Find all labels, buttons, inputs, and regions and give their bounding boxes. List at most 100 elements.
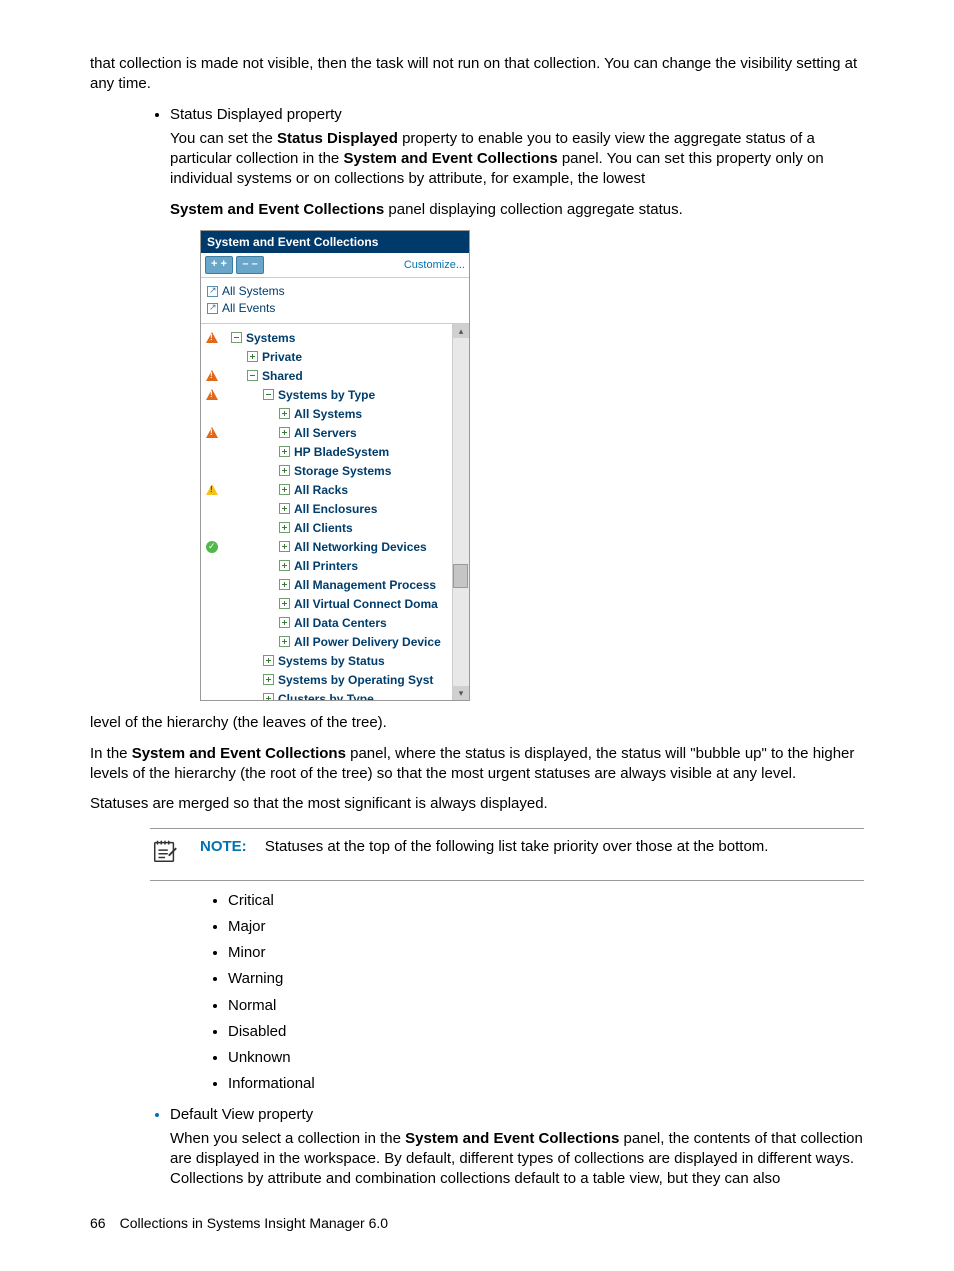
popout-icon [207, 303, 218, 314]
tree-label: Storage Systems [294, 463, 391, 479]
expand-icon[interactable] [263, 674, 274, 685]
panel-toolbar: + + – – Customize... [201, 253, 469, 278]
tree-row[interactable]: All Printers [201, 556, 469, 575]
after-p3: level of the hierarchy (the leaves of th… [90, 713, 864, 733]
expand-icon[interactable] [279, 579, 290, 590]
scroll-down-button[interactable]: ▾ [453, 686, 469, 700]
status-item: Informational [228, 1074, 864, 1094]
expand-icon[interactable] [279, 541, 290, 552]
tree: Systems Private SharedSystems by Type All S… [201, 324, 469, 700]
tree-row[interactable]: All Systems [201, 404, 469, 423]
tree-row[interactable]: Systems by Status [201, 651, 469, 670]
status-item: Normal [228, 996, 864, 1016]
bullet-status-displayed: Status Displayed property You can set th… [170, 105, 864, 220]
scrollbar[interactable]: ▴ ▾ [452, 324, 469, 700]
expand-all-button[interactable]: + + [205, 256, 233, 274]
expand-icon[interactable] [279, 560, 290, 571]
expand-icon[interactable] [279, 427, 290, 438]
expand-icon[interactable] [279, 503, 290, 514]
expand-icon[interactable] [279, 408, 290, 419]
expand-icon[interactable] [279, 522, 290, 533]
tree-row[interactable]: Clusters by Type [201, 689, 469, 700]
expand-icon[interactable] [279, 446, 290, 457]
after-p4: In the System and Event Collections pane… [90, 744, 864, 785]
note-label: NOTE: [200, 838, 247, 855]
collapse-all-button[interactable]: – – [236, 256, 264, 274]
tree-label: All Printers [294, 558, 358, 574]
tree-row[interactable]: All Management Process [201, 575, 469, 594]
tree-row[interactable]: All Virtual Connect Doma [201, 594, 469, 613]
popout-icon [207, 286, 218, 297]
tree-label: All Enclosures [294, 501, 377, 517]
tree-label: Shared [262, 368, 303, 384]
status-item: Warning [228, 969, 864, 989]
scroll-up-button[interactable]: ▴ [453, 324, 469, 338]
tree-row[interactable]: All Servers [201, 423, 469, 442]
sd-para-2: System and Event Collections panel displ… [170, 200, 864, 220]
expand-icon[interactable] [279, 484, 290, 495]
note-box: NOTE: Statuses at the top of the followi… [150, 828, 864, 880]
bullet-title: Status Displayed property [170, 106, 342, 123]
tree-label: Systems by Status [278, 653, 385, 669]
status-item: Disabled [228, 1022, 864, 1042]
tree-row[interactable]: All Clients [201, 518, 469, 537]
tree-label: Systems by Operating Syst [278, 672, 433, 688]
expand-icon[interactable] [247, 351, 258, 362]
tree-row[interactable]: All Data Centers [201, 613, 469, 632]
page-number: 66 [90, 1214, 106, 1233]
status-item: Minor [228, 943, 864, 963]
expand-icon[interactable] [279, 636, 290, 647]
bullet-default-view: Default View property When you select a … [170, 1105, 864, 1190]
expand-icon[interactable] [279, 617, 290, 628]
intro-paragraph: that collection is made not visible, the… [90, 54, 864, 95]
tree-label: All Management Process [294, 577, 436, 593]
tree-row[interactable]: Private [201, 347, 469, 366]
tree-row[interactable]: Systems [201, 328, 469, 347]
tree-row[interactable]: Systems by Operating Syst [201, 670, 469, 689]
dv-para-1: When you select a collection in the Syst… [170, 1129, 864, 1190]
tree-row[interactable]: All Power Delivery Device [201, 632, 469, 651]
note-text: NOTE: Statuses at the top of the followi… [200, 837, 768, 857]
chapter-title: Collections in Systems Insight Manager 6… [120, 1214, 388, 1233]
tree-label: Systems [246, 330, 295, 346]
all-systems-link[interactable]: All Systems [207, 283, 463, 299]
tree-row[interactable]: Shared [201, 366, 469, 385]
tree-label: All Servers [294, 425, 357, 441]
collapse-icon[interactable] [231, 332, 242, 343]
panel-top-links: All Systems All Events [201, 278, 469, 324]
status-icon [201, 370, 223, 381]
expand-icon[interactable] [263, 655, 274, 666]
tree-row[interactable]: All Racks [201, 480, 469, 499]
tree-label: All Networking Devices [294, 539, 427, 555]
tree-label: All Power Delivery Device [294, 634, 441, 650]
tree-row[interactable]: HP BladeSystem [201, 442, 469, 461]
tree-row[interactable]: Storage Systems [201, 461, 469, 480]
customize-link[interactable]: Customize... [404, 258, 465, 273]
tree-row[interactable]: All Networking Devices [201, 537, 469, 556]
status-icon [201, 484, 223, 495]
after-p5: Statuses are merged so that the most sig… [90, 794, 864, 814]
sd-para-1: You can set the Status Displayed propert… [170, 129, 864, 190]
scroll-thumb[interactable] [453, 564, 468, 588]
bullet-title: Default View property [170, 1106, 313, 1123]
status-item: Unknown [228, 1048, 864, 1068]
status-icon [201, 427, 223, 438]
collapse-icon[interactable] [263, 389, 274, 400]
expand-icon[interactable] [279, 598, 290, 609]
status-icon [201, 389, 223, 400]
status-item: Major [228, 917, 864, 937]
expand-icon[interactable] [263, 693, 274, 700]
status-item: Critical [228, 891, 864, 911]
collapse-icon[interactable] [247, 370, 258, 381]
all-events-link[interactable]: All Events [207, 300, 463, 316]
tree-row[interactable]: All Enclosures [201, 499, 469, 518]
status-icon [201, 332, 223, 343]
tree-row[interactable]: Systems by Type [201, 385, 469, 404]
note-icon [150, 837, 180, 871]
tree-label: Clusters by Type [278, 691, 374, 701]
tree-label: HP BladeSystem [294, 444, 389, 460]
panel-title: System and Event Collections [201, 231, 469, 253]
tree-label: All Systems [294, 406, 362, 422]
expand-icon[interactable] [279, 465, 290, 476]
tree-label: Private [262, 349, 302, 365]
